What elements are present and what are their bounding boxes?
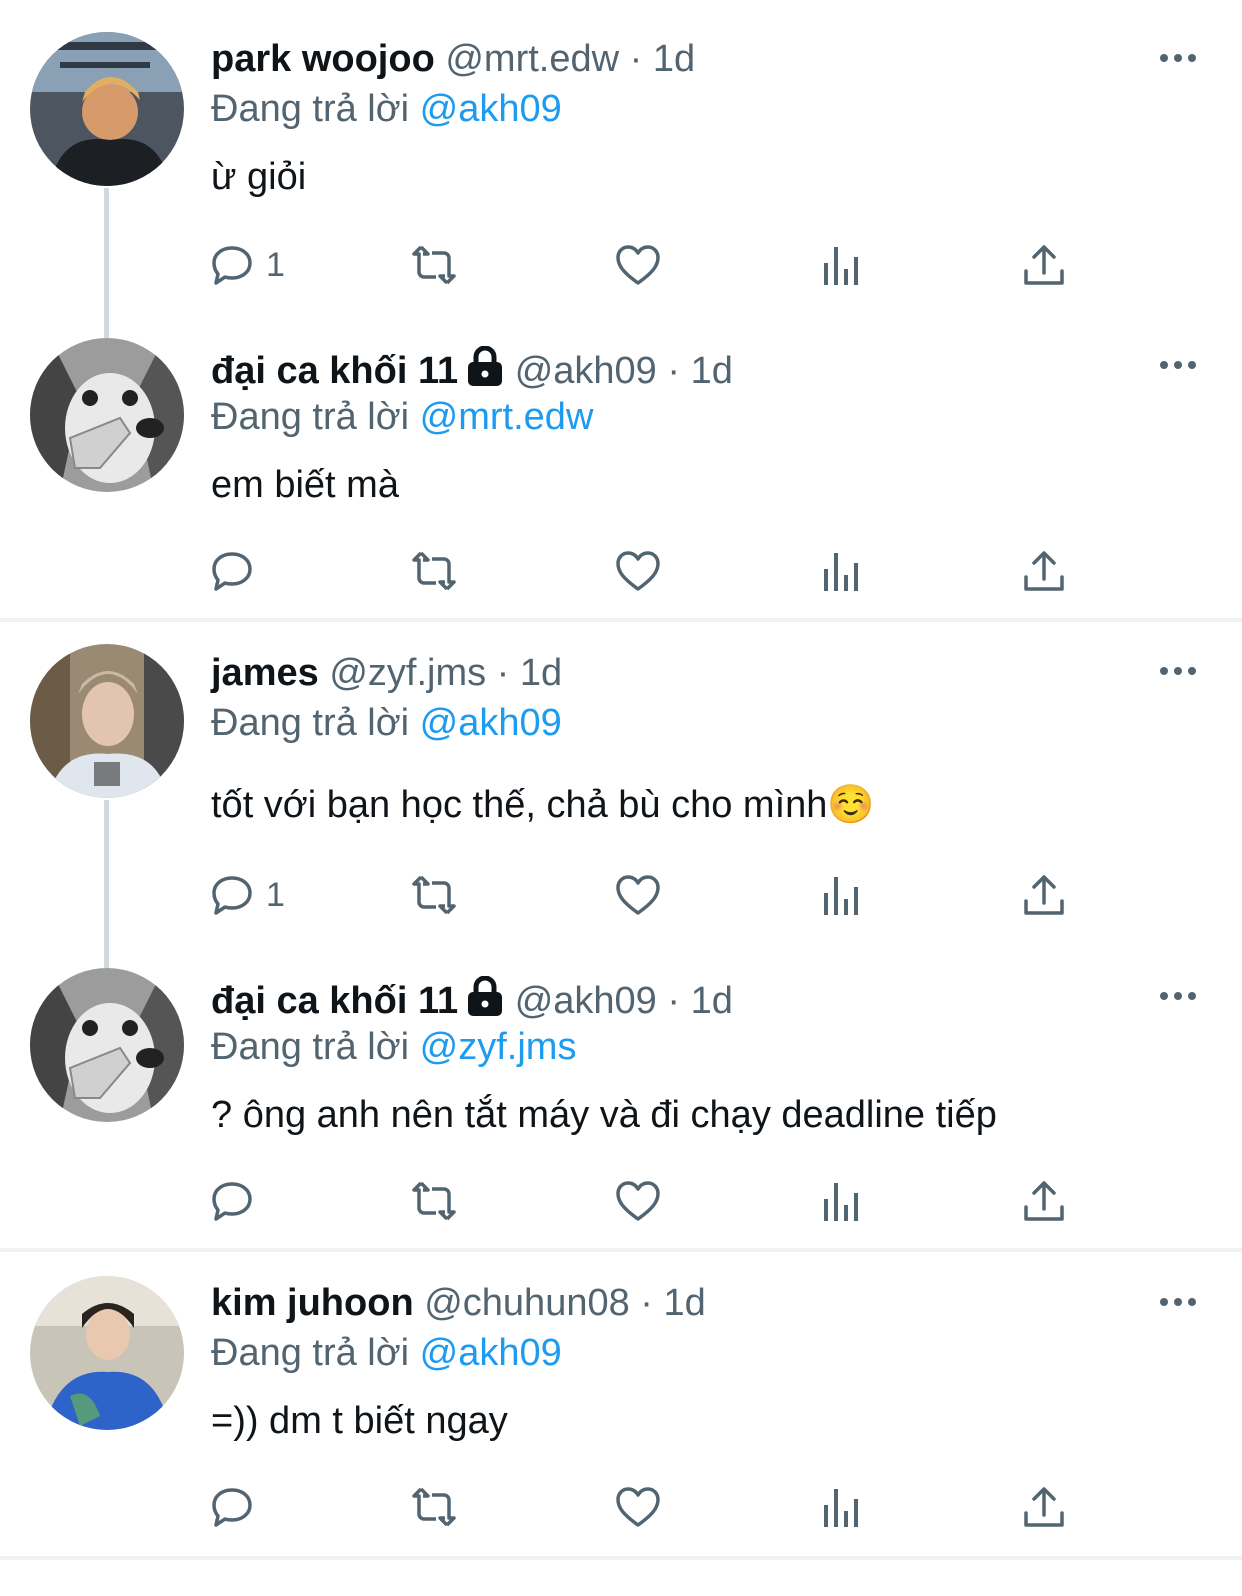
share-button[interactable]: [1020, 1482, 1068, 1532]
reply-context: Đang trả lời @akh09: [211, 1330, 562, 1376]
tweet[interactable]: kim juhoon @chuhun08 · 1d Đang trả lời @…: [0, 0, 1242, 1560]
like-icon: [616, 1487, 660, 1527]
reply-icon: [212, 1488, 252, 1527]
views-icon: [824, 1489, 858, 1527]
like-button[interactable]: [614, 1482, 662, 1532]
tweet-header: kim juhoon @chuhun08 · 1d: [211, 1280, 706, 1326]
retweet-button[interactable]: [410, 1482, 458, 1532]
more-icon[interactable]: [1158, 1292, 1198, 1312]
tweet-text: =)) dm t biết ngay: [211, 1400, 508, 1442]
share-icon: [1024, 1487, 1064, 1527]
avatar[interactable]: [30, 1276, 184, 1430]
views-button[interactable]: [818, 1482, 866, 1532]
separator-dot: ·: [640, 1282, 653, 1324]
action-bar: [0, 1482, 1242, 1532]
retweet-icon: [412, 1487, 456, 1527]
display-name[interactable]: kim juhoon: [211, 1282, 414, 1324]
timestamp[interactable]: 1d: [664, 1282, 706, 1324]
photo-avatar: [30, 1276, 184, 1430]
reply-mention[interactable]: @akh09: [420, 1332, 562, 1374]
reply-button[interactable]: [208, 1482, 266, 1532]
user-handle[interactable]: @chuhun08: [424, 1282, 630, 1324]
reply-prefix: Đang trả lời: [211, 1332, 410, 1374]
